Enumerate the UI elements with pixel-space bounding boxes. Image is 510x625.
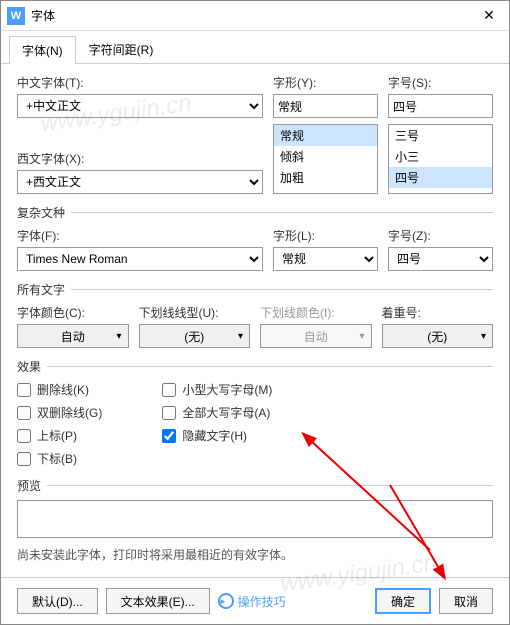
- font-color-dropdown[interactable]: 自动: [17, 324, 129, 348]
- text-effects-button[interactable]: 文本效果(E)...: [106, 588, 210, 614]
- complex-font-label: 字体(F):: [17, 227, 263, 244]
- list-item[interactable]: 四号: [389, 167, 492, 188]
- west-font-label: 西文字体(X):: [17, 150, 263, 167]
- complex-size-label: 字号(Z):: [388, 227, 493, 244]
- all-text-section: 所有文字: [17, 281, 493, 298]
- app-icon: W: [7, 7, 25, 25]
- double-strikethrough-checkbox[interactable]: 双删除线(G): [17, 404, 102, 421]
- cjk-font-select[interactable]: +中文正文: [17, 94, 263, 118]
- complex-style-select[interactable]: 常规: [273, 247, 378, 271]
- superscript-checkbox[interactable]: 上标(P): [17, 427, 102, 444]
- underline-color-dropdown: 自动: [260, 324, 372, 348]
- tab-spacing[interactable]: 字符间距(R): [76, 35, 167, 63]
- cjk-font-label: 中文字体(T):: [17, 74, 263, 91]
- preview-section: 预览: [17, 477, 493, 494]
- style-input[interactable]: [273, 94, 378, 118]
- style-listbox[interactable]: 常规 倾斜 加粗: [273, 124, 378, 194]
- ok-button[interactable]: 确定: [375, 588, 431, 614]
- underline-style-label: 下划线线型(U):: [139, 304, 251, 321]
- underline-color-label: 下划线颜色(I):: [260, 304, 372, 321]
- dialog-body: 中文字体(T): +中文正文 字形(Y): 字号(S): 西文字体(X): +西…: [1, 64, 509, 577]
- west-font-select[interactable]: +西文正文: [17, 170, 263, 194]
- small-caps-checkbox[interactable]: 小型大写字母(M): [162, 381, 272, 398]
- close-button[interactable]: ✕: [469, 1, 509, 31]
- list-item[interactable]: 常规: [274, 125, 377, 146]
- size-input[interactable]: [388, 94, 493, 118]
- cancel-button[interactable]: 取消: [439, 588, 493, 614]
- tab-font[interactable]: 字体(N): [9, 36, 76, 64]
- style-label: 字形(Y):: [273, 74, 378, 91]
- all-caps-checkbox[interactable]: 全部大写字母(A): [162, 404, 272, 421]
- tips-link[interactable]: 操作技巧: [218, 593, 286, 610]
- dialog-title: 字体: [31, 7, 469, 24]
- font-color-label: 字体颜色(C):: [17, 304, 129, 321]
- emphasis-dropdown[interactable]: (无): [382, 324, 494, 348]
- dialog-footer: 默认(D)... 文本效果(E)... 操作技巧 确定 取消: [1, 577, 509, 624]
- list-item[interactable]: 加粗: [274, 167, 377, 188]
- list-item[interactable]: 倾斜: [274, 146, 377, 167]
- install-note: 尚未安装此字体，打印时将采用最相近的有效字体。: [17, 546, 493, 563]
- strikethrough-checkbox[interactable]: 删除线(K): [17, 381, 102, 398]
- complex-font-select[interactable]: Times New Roman: [17, 247, 263, 271]
- complex-size-select[interactable]: 四号: [388, 247, 493, 271]
- list-item[interactable]: 三号: [389, 125, 492, 146]
- titlebar: W 字体 ✕: [1, 1, 509, 31]
- font-dialog: W 字体 ✕ 字体(N) 字符间距(R) 中文字体(T): +中文正文 字形(Y…: [0, 0, 510, 625]
- preview-box: [17, 500, 493, 538]
- tab-bar: 字体(N) 字符间距(R): [1, 31, 509, 64]
- underline-style-dropdown[interactable]: (无): [139, 324, 251, 348]
- list-item[interactable]: 小三: [389, 146, 492, 167]
- emphasis-label: 着重号:: [382, 304, 494, 321]
- default-button[interactable]: 默认(D)...: [17, 588, 98, 614]
- effects-section: 效果: [17, 358, 493, 375]
- complex-style-label: 字形(L):: [273, 227, 378, 244]
- size-label: 字号(S):: [388, 74, 493, 91]
- hidden-text-checkbox[interactable]: 隐藏文字(H): [162, 427, 272, 444]
- size-listbox[interactable]: 三号 小三 四号: [388, 124, 493, 194]
- subscript-checkbox[interactable]: 下标(B): [17, 450, 102, 467]
- complex-script-section: 复杂文种: [17, 204, 493, 221]
